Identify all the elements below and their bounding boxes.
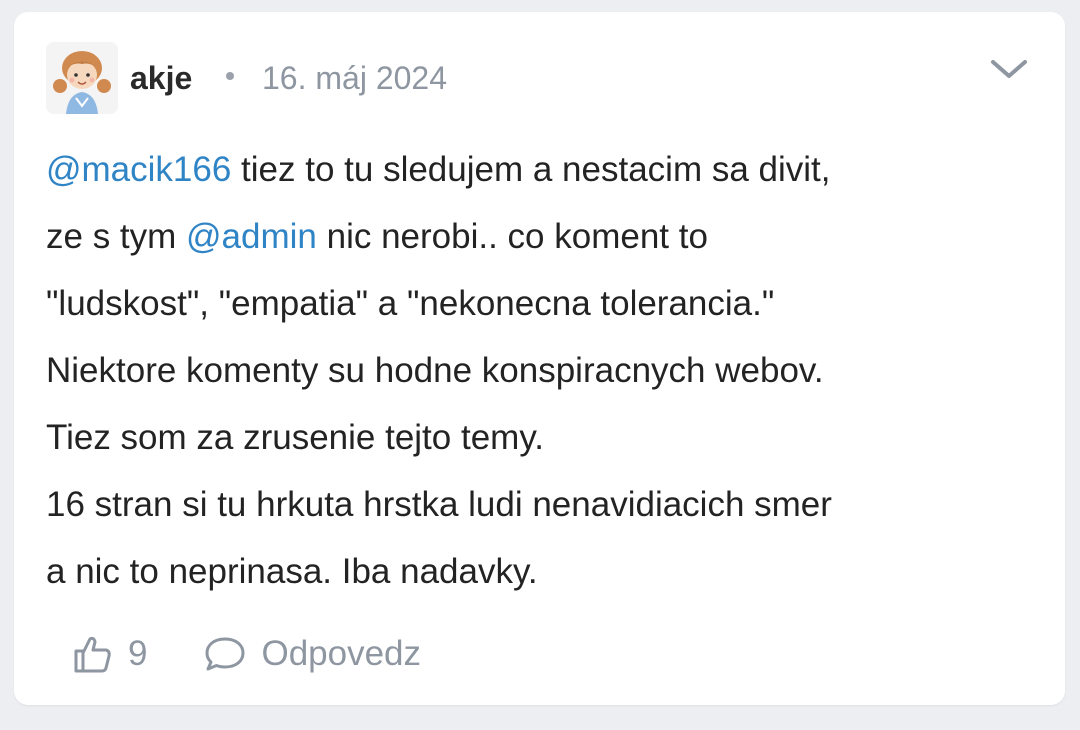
- comment-date: 16. máj 2024: [262, 60, 448, 96]
- author-name[interactable]: akje: [130, 58, 192, 98]
- reply-label: Odpovedz: [261, 634, 422, 673]
- comment-text: a nic to neprinasa. Iba nadavky.: [46, 552, 538, 591]
- mention-link[interactable]: @macik166: [46, 150, 231, 189]
- comment-text: nic nerobi.. co koment to: [316, 217, 708, 256]
- comment-line: 16 stran si tu hrkuta hrstka ludi nenavi…: [46, 471, 1046, 538]
- comment-text: Niektore komenty su hodne konspiracnych …: [46, 351, 824, 390]
- avatar[interactable]: [46, 42, 118, 114]
- comment-text: 16 stran si tu hrkuta hrstka ludi nenavi…: [46, 485, 832, 524]
- comment-line: Tiez som za zrusenie tejto temy.: [46, 404, 1046, 471]
- comment-body: @macik166 tiez to tu sledujem a nestacim…: [46, 136, 1046, 605]
- comment-line: @macik166 tiez to tu sledujem a nestacim…: [46, 136, 1046, 203]
- comment-line: Niektore komenty su hodne konspiracnych …: [46, 337, 1046, 404]
- avatar-image: [46, 42, 118, 114]
- speech-bubble-icon: [205, 637, 245, 671]
- comment-line: "ludskost", "empatia" a "nekonecna toler…: [46, 270, 1046, 337]
- reply-button[interactable]: Odpovedz: [203, 634, 421, 674]
- comment-actions: 9 Odpovedz: [72, 632, 421, 676]
- chevron-down-icon: [991, 60, 1027, 78]
- comment-text: ze s tym: [46, 217, 187, 256]
- like-count: 9: [128, 634, 148, 673]
- mention-link[interactable]: @admin: [186, 217, 317, 256]
- comment-text: Tiez som za zrusenie tejto temy.: [46, 418, 544, 457]
- comment-card: akje 16. máj 2024 @macik166 tiez to tu s…: [14, 12, 1065, 705]
- separator-dot: [226, 72, 234, 80]
- thumbs-up-icon: [74, 636, 111, 673]
- comment-text: "ludskost", "empatia" a "nekonecna toler…: [46, 284, 775, 323]
- comment-text: tiez to tu sledujem a nestacim sa divit,: [231, 150, 831, 189]
- expand-menu-button[interactable]: [989, 54, 1029, 84]
- comment-line: a nic to neprinasa. Iba nadavky.: [46, 538, 1046, 605]
- comment-line: ze s tym @admin nic nerobi.. co koment t…: [46, 203, 1046, 270]
- like-button[interactable]: 9: [72, 633, 147, 675]
